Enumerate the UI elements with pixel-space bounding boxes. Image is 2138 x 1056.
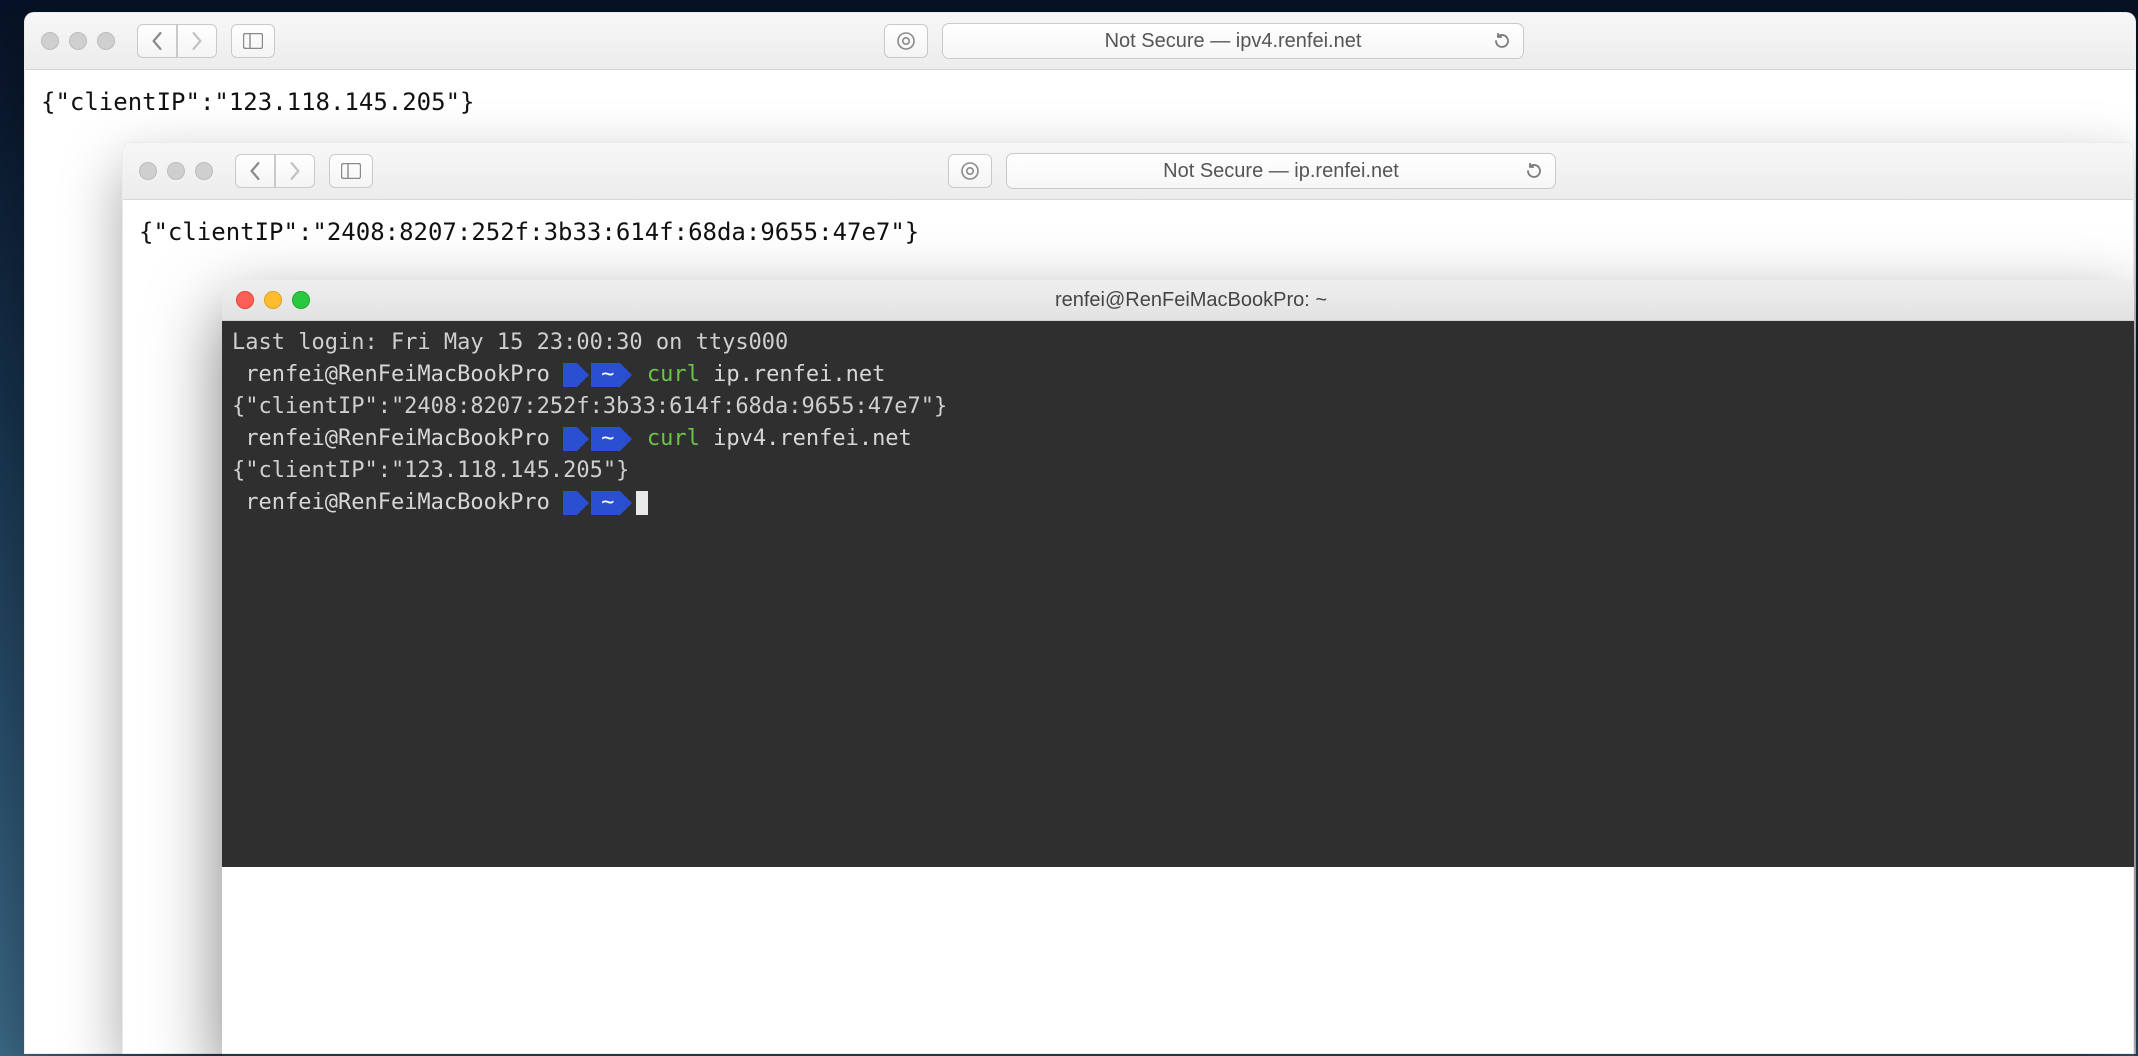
page-body: {"clientIP":"2408:8207:252f:3b33:614f:68… xyxy=(123,200,2133,264)
prompt-chevron-icon: ~ xyxy=(563,427,620,451)
safari-toolbar: Not Secure — ip.renfei.net xyxy=(123,143,2133,200)
terminal-output-2: {"clientIP":"123.118.145.205"} xyxy=(232,455,2124,487)
terminal-prompt-line-3[interactable]: renfei@RenFeiMacBookPro ~ xyxy=(232,487,2124,519)
minimize-button[interactable] xyxy=(69,32,87,50)
nav-buttons xyxy=(235,154,315,188)
address-text: Not Secure — ipv4.renfei.net xyxy=(1105,30,1362,53)
close-button[interactable] xyxy=(139,162,157,180)
reload-icon[interactable] xyxy=(1493,32,1511,50)
cursor-icon xyxy=(636,491,648,515)
prompt-chevron-icon: ~ xyxy=(563,491,620,515)
back-button[interactable] xyxy=(137,24,177,58)
privacy-report-button[interactable] xyxy=(948,154,992,188)
window-controls xyxy=(41,32,115,50)
close-button[interactable] xyxy=(41,32,59,50)
page-body: {"clientIP":"123.118.145.205"} xyxy=(25,70,2135,134)
terminal-prompt-line-1: renfei@RenFeiMacBookPro ~ curl ip.renfei… xyxy=(232,359,2124,391)
zoom-button[interactable] xyxy=(292,291,310,309)
safari-toolbar: Not Secure — ipv4.renfei.net xyxy=(25,13,2135,70)
address-bar[interactable]: Not Secure — ipv4.renfei.net xyxy=(942,23,1525,59)
address-text: Not Secure — ip.renfei.net xyxy=(1163,160,1399,183)
window-controls xyxy=(139,162,213,180)
prompt-userhost xyxy=(232,359,245,391)
command-keyword: curl xyxy=(647,423,700,455)
terminal-prompt-line-2: renfei@RenFeiMacBookPro ~ curl ipv4.renf… xyxy=(232,423,2124,455)
minimize-button[interactable] xyxy=(264,291,282,309)
minimize-button[interactable] xyxy=(167,162,185,180)
back-button[interactable] xyxy=(235,154,275,188)
forward-button[interactable] xyxy=(177,24,217,58)
reload-icon[interactable] xyxy=(1525,162,1543,180)
nav-buttons xyxy=(137,24,217,58)
window-controls xyxy=(236,291,310,309)
zoom-button[interactable] xyxy=(97,32,115,50)
terminal-titlebar: renfei@RenFeiMacBookPro: ~ xyxy=(222,280,2134,321)
command-arg: ip.renfei.net xyxy=(713,359,885,391)
zoom-button[interactable] xyxy=(195,162,213,180)
command-keyword: curl xyxy=(647,359,700,391)
terminal-window[interactable]: renfei@RenFeiMacBookPro: ~ Last login: F… xyxy=(222,280,2134,1056)
close-button[interactable] xyxy=(236,291,254,309)
terminal-line-lastlogin: Last login: Fri May 15 23:00:30 on ttys0… xyxy=(232,327,2124,359)
terminal-body[interactable]: Last login: Fri May 15 23:00:30 on ttys0… xyxy=(222,321,2134,867)
prompt-chevron-icon: ~ xyxy=(563,363,620,387)
sidebar-button[interactable] xyxy=(231,24,275,58)
command-arg: ipv4.renfei.net xyxy=(713,423,912,455)
forward-button[interactable] xyxy=(275,154,315,188)
address-bar[interactable]: Not Secure — ip.renfei.net xyxy=(1006,153,1555,189)
privacy-report-button[interactable] xyxy=(884,24,928,58)
terminal-title: renfei@RenFeiMacBookPro: ~ xyxy=(328,289,2054,312)
sidebar-button[interactable] xyxy=(329,154,373,188)
terminal-output-1: {"clientIP":"2408:8207:252f:3b33:614f:68… xyxy=(232,391,2124,423)
